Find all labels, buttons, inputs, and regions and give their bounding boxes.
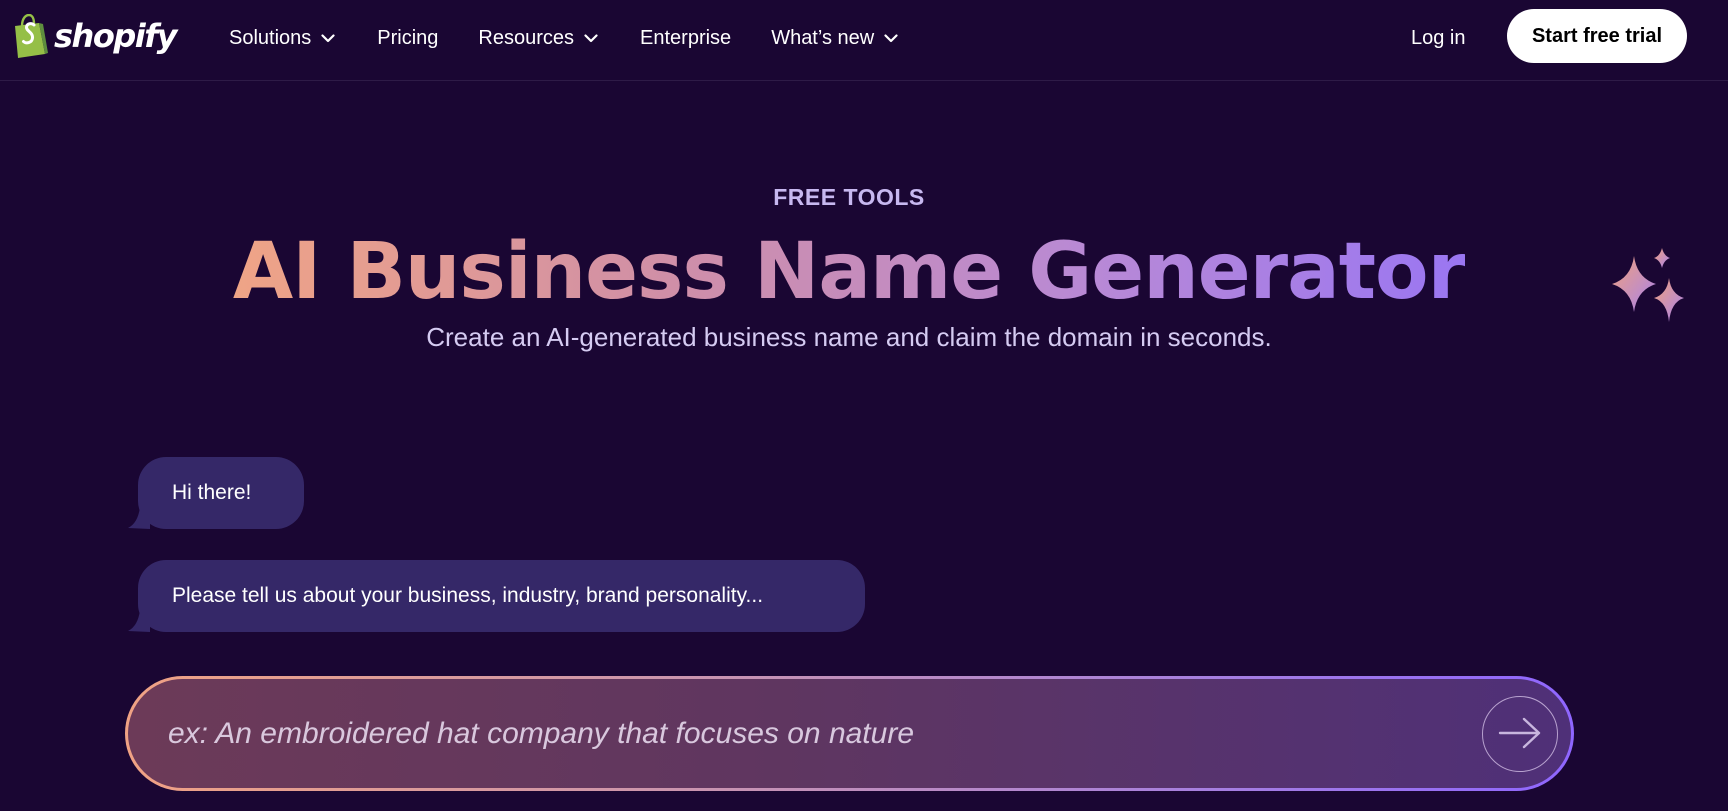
shopify-logo[interactable]: shopify — [12, 13, 177, 59]
chat-message-text: Hi there! — [172, 481, 252, 504]
logo-wordmark: shopify — [54, 17, 177, 55]
nav-item-whats-new[interactable]: What’s new — [771, 27, 900, 50]
page-title-text: AI Business Name Generator — [232, 227, 1466, 317]
nav-item-resources[interactable]: Resources — [478, 27, 600, 50]
chevron-down-icon — [319, 29, 337, 47]
nav-item-pricing[interactable]: Pricing — [377, 27, 438, 50]
nav-item-solutions[interactable]: Solutions — [229, 27, 337, 50]
eyebrow-label: FREE TOOLS — [773, 184, 925, 210]
chat-message: Hi there! — [128, 457, 304, 529]
nav-label: Solutions — [229, 26, 312, 49]
page-subtitle: Create an AI-generated business name and… — [426, 322, 1272, 352]
chevron-down-icon — [882, 29, 900, 47]
page-title: AI Business Name Generator — [0, 222, 1698, 322]
submit-button[interactable] — [1482, 696, 1558, 772]
chat-message-text: Please tell us about your business, indu… — [172, 584, 764, 607]
login-link[interactable]: Log in — [1411, 22, 1466, 54]
main-nav: Solutions Pricing Resources Enterprise W… — [229, 22, 940, 54]
nav-label: Resources — [478, 26, 575, 49]
prompt-input-field — [128, 679, 1571, 788]
top-navigation: shopify Solutions Pricing Resources Ente… — [0, 0, 1728, 81]
arrow-right-icon — [1496, 715, 1544, 754]
prompt-input-container — [125, 676, 1574, 791]
bubble-tail — [128, 507, 150, 529]
nav-item-enterprise[interactable]: Enterprise — [640, 27, 731, 50]
chat-message: Please tell us about your business, indu… — [128, 560, 865, 632]
shopify-bag-icon — [12, 14, 48, 58]
nav-label: What’s new — [771, 26, 875, 49]
chevron-down-icon — [582, 29, 600, 47]
sparkles-icon — [1612, 244, 1692, 328]
nav-label: Pricing — [377, 26, 439, 49]
bubble-tail — [128, 610, 150, 632]
business-description-input[interactable] — [168, 679, 1438, 788]
start-free-trial-button[interactable]: Start free trial — [1507, 9, 1687, 63]
nav-label: Enterprise — [640, 26, 732, 49]
